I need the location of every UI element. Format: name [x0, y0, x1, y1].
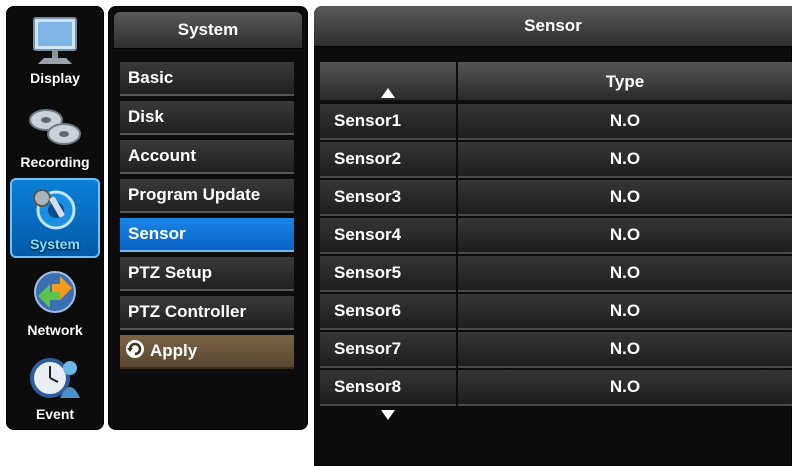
nav-label: System [30, 236, 80, 252]
nav-network[interactable]: Network [10, 262, 100, 342]
nav-recording[interactable]: Recording [10, 94, 100, 174]
menu-item-basic[interactable]: Basic [120, 62, 294, 96]
sensor-type-select[interactable]: N.O [458, 332, 792, 368]
gear-icon [33, 189, 76, 230]
sensor-name: Sensor3 [320, 180, 456, 216]
sensor-name: Sensor1 [320, 104, 456, 140]
network-icon [34, 271, 76, 313]
scroll-down-arrow-icon[interactable] [381, 410, 395, 420]
sensor-type-select[interactable]: N.O [458, 256, 792, 292]
sensor-panel: Sensor Type Sensor1 N.O Sensor2 N.O Sens… [314, 6, 792, 466]
table-row: Sensor4 N.O [320, 218, 792, 254]
main-nav-sidebar: Display Recording System Network Event [6, 6, 104, 430]
menu-item-sensor[interactable]: Sensor [120, 218, 294, 252]
sensor-name: Sensor4 [320, 218, 456, 254]
table-row: Sensor1 N.O [320, 104, 792, 140]
reels-icon [29, 109, 81, 145]
table-row: Sensor3 N.O [320, 180, 792, 216]
menu-item-ptz-setup[interactable]: PTZ Setup [120, 257, 294, 291]
refresh-icon [126, 340, 144, 358]
clock-person-icon [30, 358, 80, 398]
menu-item-account[interactable]: Account [120, 140, 294, 174]
menu-item-ptz-controller[interactable]: PTZ Controller [120, 296, 294, 330]
menu-item-program-update[interactable]: Program Update [120, 179, 294, 213]
table-row: Sensor2 N.O [320, 142, 792, 178]
scroll-up-arrow-icon[interactable] [381, 88, 395, 98]
scroll-up-header[interactable] [320, 62, 456, 102]
table-row: Sensor8 N.O [320, 370, 792, 406]
table-row: Sensor7 N.O [320, 332, 792, 368]
sensor-type-select[interactable]: N.O [458, 218, 792, 254]
sensor-type-select[interactable]: N.O [458, 142, 792, 178]
nav-label: Event [35, 406, 75, 422]
nav-display[interactable]: Display [10, 10, 100, 90]
apply-label: Apply [150, 341, 198, 360]
sensor-type-select[interactable]: N.O [458, 370, 792, 406]
sensor-name: Sensor2 [320, 142, 456, 178]
sensor-name: Sensor8 [320, 370, 456, 406]
nav-event[interactable]: Event [10, 346, 100, 426]
sensor-title: Sensor [314, 6, 792, 47]
nav-label: Recording [20, 154, 90, 170]
nav-system[interactable]: System [10, 178, 100, 258]
sensor-type-select[interactable]: N.O [458, 104, 792, 140]
nav-label: Display [30, 70, 80, 86]
menu-title: System [114, 12, 302, 49]
nav-label: Network [27, 322, 83, 338]
table-row: Sensor6 N.O [320, 294, 792, 330]
column-header-type: Type [458, 62, 792, 102]
monitor-icon [33, 17, 77, 64]
sensor-name: Sensor5 [320, 256, 456, 292]
sensor-type-select[interactable]: N.O [458, 294, 792, 330]
table-row: Sensor5 N.O [320, 256, 792, 292]
system-menu-panel: System Basic Disk Account Program Update… [108, 6, 308, 430]
sensor-type-select[interactable]: N.O [458, 180, 792, 216]
sensor-name: Sensor6 [320, 294, 456, 330]
menu-item-disk[interactable]: Disk [120, 101, 294, 135]
apply-button[interactable]: Apply [120, 335, 294, 369]
sensor-name: Sensor7 [320, 332, 456, 368]
